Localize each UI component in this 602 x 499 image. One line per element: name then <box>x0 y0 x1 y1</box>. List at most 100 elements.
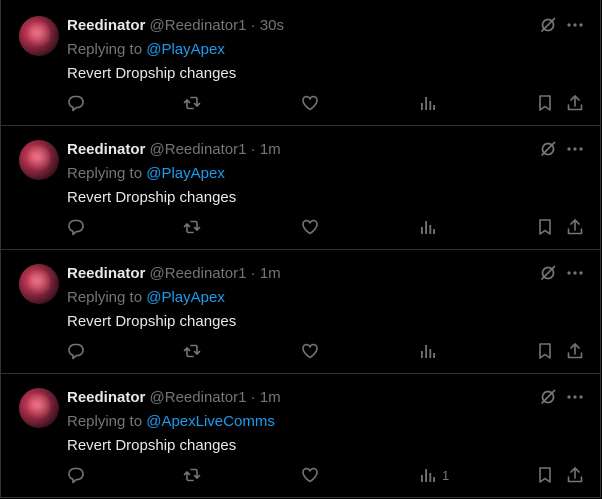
tweet-text: Revert Dropship changes <box>67 65 237 82</box>
replying-to: Replying to @PlayApex <box>67 40 225 60</box>
share-button[interactable] <box>566 94 584 112</box>
reply-feed: Reedinator @Reedinator1 · 30s Replying t… <box>0 0 601 498</box>
tweet-header: Reedinator @Reedinator1 · 1m <box>67 140 281 160</box>
reply-button[interactable] <box>67 342 85 360</box>
grok-icon[interactable] <box>539 264 557 282</box>
reply-button[interactable] <box>67 218 85 236</box>
separator-dot: · <box>250 141 256 158</box>
avatar[interactable] <box>19 264 59 304</box>
reply-button[interactable] <box>67 466 85 484</box>
reply-icon <box>68 343 84 360</box>
tweet[interactable]: Reedinator @Reedinator1 · 1m Replying to… <box>1 374 600 498</box>
more-options-icon[interactable] <box>565 388 585 406</box>
user-handle[interactable]: @Reedinator1 <box>150 141 247 158</box>
share-button[interactable] <box>566 342 584 360</box>
grok-icon[interactable] <box>539 16 557 34</box>
like-button[interactable] <box>301 342 319 360</box>
share-icon <box>567 343 583 359</box>
mention-link[interactable]: @PlayApex <box>146 289 225 306</box>
share-icon <box>567 219 583 235</box>
views-button[interactable] <box>418 342 442 360</box>
timestamp[interactable]: 30s <box>260 17 284 34</box>
like-button[interactable] <box>301 218 319 236</box>
tweet-text: Revert Dropship changes <box>67 189 237 206</box>
more-options-icon[interactable] <box>565 16 585 34</box>
user-handle[interactable]: @Reedinator1 <box>150 389 247 406</box>
like-icon <box>302 343 318 359</box>
reply-icon <box>68 219 84 236</box>
reply-icon <box>68 467 84 484</box>
bookmark-button[interactable] <box>536 218 554 236</box>
mention-link[interactable]: @ApexLiveComms <box>146 413 275 430</box>
reply-button[interactable] <box>67 94 85 112</box>
tweet-text: Revert Dropship changes <box>67 313 237 330</box>
views-count: 1 <box>442 467 450 483</box>
tweet[interactable]: Reedinator @Reedinator1 · 1m Replying to… <box>1 126 600 250</box>
user-handle[interactable]: @Reedinator1 <box>150 265 247 282</box>
bookmark-button[interactable] <box>536 342 554 360</box>
replying-to: Replying to @ApexLiveComms <box>67 412 275 432</box>
repost-icon <box>183 220 201 234</box>
share-button[interactable] <box>566 218 584 236</box>
reply-icon <box>68 95 84 112</box>
replying-to-label: Replying to <box>67 413 143 430</box>
bookmark-icon <box>539 95 551 111</box>
mention-link[interactable]: @PlayApex <box>146 41 225 58</box>
tweet[interactable]: Reedinator @Reedinator1 · 1m Replying to… <box>1 250 600 374</box>
views-icon <box>421 221 435 234</box>
mention-link[interactable]: @PlayApex <box>146 165 225 182</box>
user-handle[interactable]: @Reedinator1 <box>150 17 247 34</box>
views-icon <box>421 469 435 482</box>
share-button[interactable] <box>566 466 584 484</box>
display-name[interactable]: Reedinator <box>67 265 145 282</box>
tweet-header: Reedinator @Reedinator1 · 1m <box>67 264 281 284</box>
avatar[interactable] <box>19 140 59 180</box>
share-icon <box>567 95 583 111</box>
repost-button[interactable] <box>183 466 201 484</box>
repost-button[interactable] <box>183 94 201 112</box>
like-button[interactable] <box>301 466 319 484</box>
like-icon <box>302 467 318 483</box>
replying-to-label: Replying to <box>67 41 143 58</box>
tweet-text: Revert Dropship changes <box>67 437 237 454</box>
views-icon <box>421 345 435 358</box>
separator-dot: · <box>250 389 256 406</box>
more-options-icon[interactable] <box>565 140 585 158</box>
repost-icon <box>183 468 201 482</box>
replying-to: Replying to @PlayApex <box>67 288 225 308</box>
like-icon <box>302 219 318 235</box>
tweet-header: Reedinator @Reedinator1 · 1m <box>67 388 281 408</box>
views-button[interactable]: 1 <box>418 466 449 484</box>
timestamp[interactable]: 1m <box>260 141 281 158</box>
bookmark-button[interactable] <box>536 94 554 112</box>
separator-dot: · <box>250 265 256 282</box>
bookmark-button[interactable] <box>536 466 554 484</box>
display-name[interactable]: Reedinator <box>67 17 145 34</box>
repost-icon <box>183 96 201 110</box>
tweet[interactable]: Reedinator @Reedinator1 · 30s Replying t… <box>1 2 600 126</box>
replying-to: Replying to @PlayApex <box>67 164 225 184</box>
share-icon <box>567 467 583 483</box>
replying-to-label: Replying to <box>67 165 143 182</box>
display-name[interactable]: Reedinator <box>67 389 145 406</box>
views-button[interactable] <box>418 94 442 112</box>
avatar[interactable] <box>19 16 59 56</box>
repost-button[interactable] <box>183 218 201 236</box>
bookmark-icon <box>539 467 551 483</box>
like-button[interactable] <box>301 94 319 112</box>
display-name[interactable]: Reedinator <box>67 141 145 158</box>
bookmark-icon <box>539 343 551 359</box>
grok-icon[interactable] <box>539 388 557 406</box>
more-options-icon[interactable] <box>565 264 585 282</box>
replying-to-label: Replying to <box>67 289 143 306</box>
separator-dot: · <box>250 17 256 34</box>
avatar[interactable] <box>19 388 59 428</box>
grok-icon[interactable] <box>539 140 557 158</box>
timestamp[interactable]: 1m <box>260 265 281 282</box>
repost-button[interactable] <box>183 342 201 360</box>
views-button[interactable] <box>418 218 442 236</box>
bookmark-icon <box>539 219 551 235</box>
timestamp[interactable]: 1m <box>260 389 281 406</box>
views-icon <box>421 97 435 110</box>
repost-icon <box>183 344 201 358</box>
